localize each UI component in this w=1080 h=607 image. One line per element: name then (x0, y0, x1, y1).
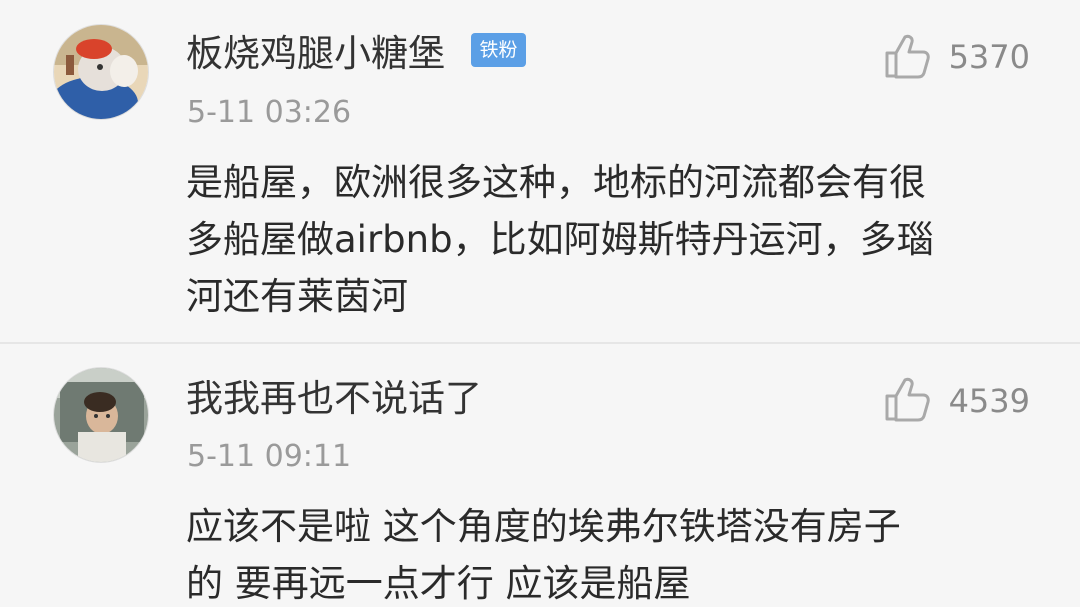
avatar[interactable] (53, 24, 149, 120)
cartoon-avatar-image (54, 25, 148, 119)
comment-text-line: 多船屋做airbnb，比如阿姆斯特丹运河，多瑙 (186, 218, 934, 261)
timestamp: 5-11 09:11 (187, 439, 352, 474)
fan-badge: 铁粉 (471, 33, 526, 67)
like-count: 5370 (948, 38, 1030, 76)
comment-text-line: 的 要再远一点才行 应该是船屋 (186, 562, 691, 605)
comment-item: 我我再也不说话了 4539 5-11 09:11 应该不是啦 这个角度的埃弗尔铁… (0, 344, 1080, 607)
comment-item: 板烧鸡腿小糖堡 铁粉 5370 5-11 03:26 是船屋，欧洲很多这种，地标… (0, 0, 1080, 342)
like-count: 4539 (948, 382, 1030, 420)
thumbs-up-icon[interactable] (884, 33, 932, 79)
comment-feed: 板烧鸡腿小糖堡 铁粉 5370 5-11 03:26 是船屋，欧洲很多这种，地标… (0, 0, 1080, 607)
comment-text: 应该不是啦 这个角度的埃弗尔铁塔没有房子 的 要再远一点才行 应该是船屋 (186, 498, 1046, 607)
avatar[interactable] (53, 367, 149, 463)
username[interactable]: 板烧鸡腿小糖堡 (186, 35, 445, 72)
username[interactable]: 我我再也不说话了 (186, 380, 482, 417)
comment-text-line: 是船屋，欧洲很多这种，地标的河流都会有很 (186, 161, 926, 204)
comment-text-line: 应该不是啦 这个角度的埃弗尔铁塔没有房子 (186, 505, 901, 548)
photo-avatar-image (54, 368, 148, 462)
comment-text-line: 河还有莱茵河 (186, 275, 408, 318)
comment-text: 是船屋，欧洲很多这种，地标的河流都会有很 多船屋做airbnb，比如阿姆斯特丹运… (186, 154, 1046, 325)
timestamp: 5-11 03:26 (187, 95, 352, 130)
thumbs-up-icon[interactable] (884, 376, 932, 422)
